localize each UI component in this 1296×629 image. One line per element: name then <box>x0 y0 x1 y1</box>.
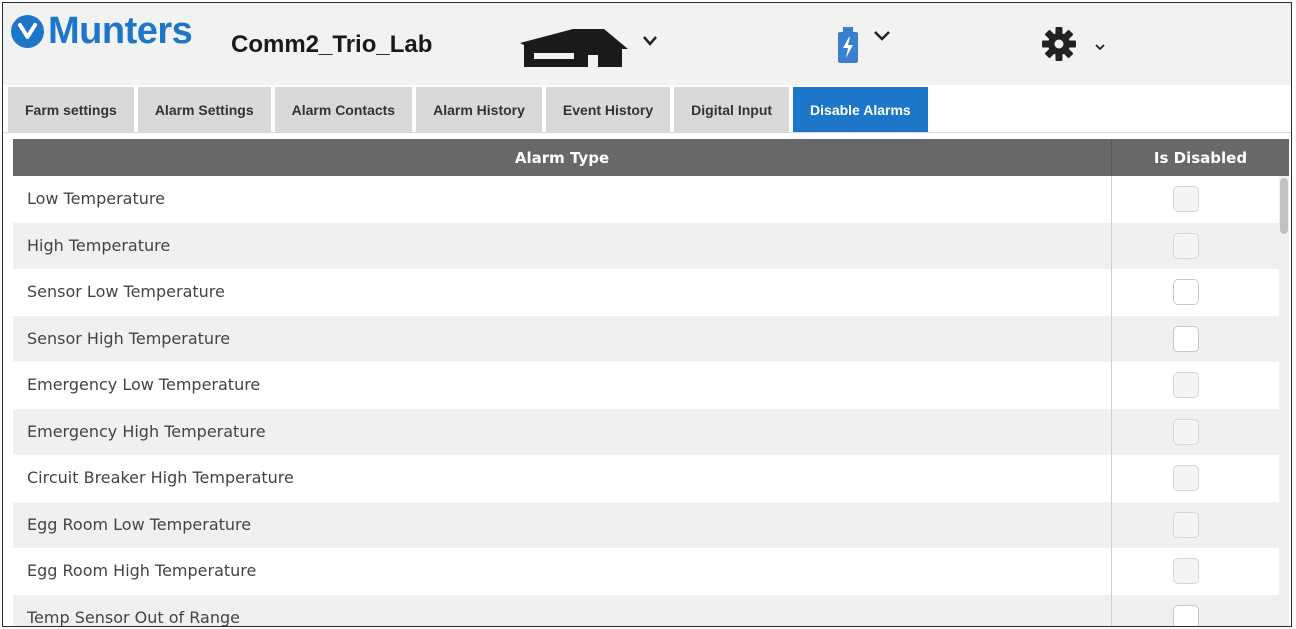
gear-icon[interactable] <box>1041 26 1077 67</box>
brand-name: Munters <box>48 10 193 52</box>
house-icon[interactable] <box>518 27 638 72</box>
table-row: High Temperature <box>13 222 1279 269</box>
alarm-table-body: Low Temperature High Temperature Sensor … <box>13 176 1279 627</box>
tab-alarm-settings[interactable]: Alarm Settings <box>137 87 271 132</box>
alarm-type-label: Low Temperature <box>27 189 165 208</box>
is-disabled-checkbox[interactable] <box>1173 186 1199 212</box>
column-divider <box>1111 501 1112 548</box>
alarm-type-label: Egg Room Low Temperature <box>27 514 252 534</box>
table-row: Low Temperature <box>13 176 1279 223</box>
farm-name: Comm2_Trio_Lab <box>231 31 433 58</box>
table-row: Temp Sensor Out of Range <box>13 594 1279 627</box>
alarm-type-label: Sensor High Temperature <box>27 328 231 348</box>
alarm-type-label: Sensor Low Temperature <box>27 282 225 301</box>
tab-event-history[interactable]: Event History <box>545 87 671 132</box>
column-divider <box>1111 315 1112 362</box>
header-bar: Munters Comm2_Trio_Lab <box>3 3 1291 85</box>
column-divider <box>1111 176 1112 223</box>
is-disabled-checkbox[interactable] <box>1173 465 1199 491</box>
is-disabled-checkbox[interactable] <box>1173 604 1199 626</box>
alarm-type-label: Egg Room High Temperature <box>27 561 257 580</box>
table-row: Emergency Low Temperature <box>13 362 1279 409</box>
scrollbar-thumb[interactable] <box>1280 178 1288 234</box>
tab-bar: Farm settings Alarm Settings Alarm Conta… <box>8 87 928 132</box>
munters-logo[interactable]: Munters <box>11 10 193 52</box>
alarm-type-label: Emergency High Temperature <box>27 421 266 441</box>
gear-chevron-down-icon[interactable] <box>1094 39 1106 57</box>
is-disabled-checkbox[interactable] <box>1173 418 1199 445</box>
battery-chevron-down-icon[interactable] <box>873 29 891 47</box>
battery-icon[interactable] <box>837 27 859 68</box>
column-divider <box>1111 408 1112 455</box>
tab-alarm-history[interactable]: Alarm History <box>416 87 542 132</box>
is-disabled-checkbox[interactable] <box>1173 558 1199 584</box>
alarm-type-label: Circuit Breaker High Temperature <box>27 468 294 487</box>
app-frame: Munters Comm2_Trio_Lab Farm settings Ala… <box>2 2 1292 627</box>
tab-farm-settings[interactable]: Farm settings <box>8 87 134 132</box>
tabs-divider <box>3 132 1291 133</box>
table-row: Emergency High Temperature <box>13 408 1279 455</box>
alarm-type-label: Temp Sensor Out of Range <box>27 607 240 627</box>
table-header: Alarm Type Is Disabled <box>13 139 1289 176</box>
munters-logo-icon <box>11 14 44 48</box>
table-row: Sensor High Temperature <box>13 315 1279 362</box>
alarm-type-label: Emergency Low Temperature <box>27 375 261 394</box>
table-row: Circuit Breaker High Temperature <box>13 455 1279 502</box>
column-divider <box>1111 222 1112 269</box>
house-chevron-down-icon[interactable] <box>642 34 658 52</box>
is-disabled-checkbox[interactable] <box>1173 372 1199 398</box>
is-disabled-checkbox[interactable] <box>1173 232 1199 259</box>
column-divider <box>1111 594 1112 626</box>
table-row: Sensor Low Temperature <box>13 269 1279 316</box>
tab-digital-input[interactable]: Digital Input <box>674 87 790 132</box>
column-divider <box>1111 455 1112 502</box>
column-header-is-disabled: Is Disabled <box>1153 148 1248 167</box>
alarm-type-label: High Temperature <box>27 235 171 255</box>
table-row: Egg Room Low Temperature <box>13 501 1279 548</box>
is-disabled-checkbox[interactable] <box>1173 511 1199 538</box>
is-disabled-checkbox[interactable] <box>1173 325 1199 352</box>
column-divider <box>1111 269 1112 316</box>
column-header-alarm-type: Alarm Type <box>13 139 1112 176</box>
table-scrollbar[interactable] <box>1279 176 1289 626</box>
table-row: Egg Room High Temperature <box>13 548 1279 595</box>
column-divider <box>1111 548 1112 595</box>
is-disabled-checkbox[interactable] <box>1173 279 1199 305</box>
tab-alarm-contacts[interactable]: Alarm Contacts <box>274 87 413 132</box>
column-divider <box>1111 362 1112 409</box>
tab-disable-alarms[interactable]: Disable Alarms <box>793 87 928 132</box>
